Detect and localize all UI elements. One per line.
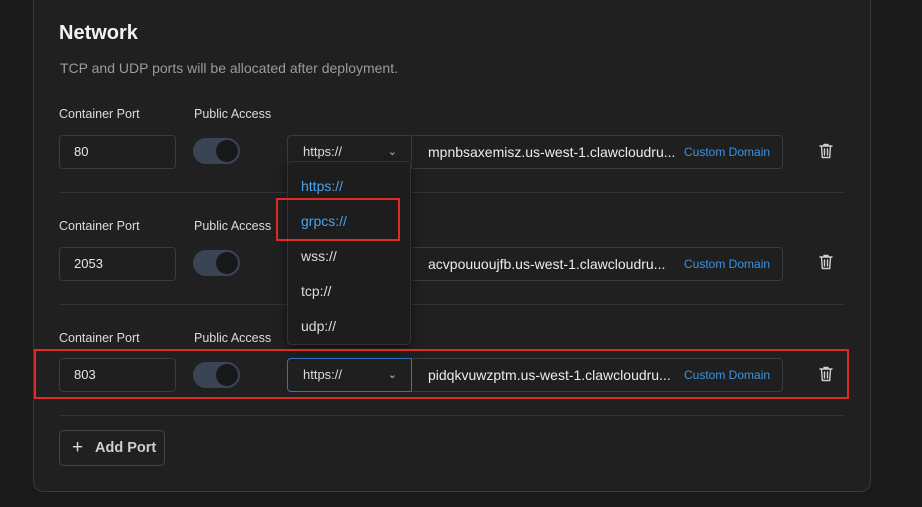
container-port-label: Container Port: [59, 331, 140, 345]
trash-icon[interactable]: [819, 143, 833, 159]
highlight-box-grpcs: [276, 198, 400, 241]
public-access-label: Public Access: [194, 219, 272, 233]
add-port-button[interactable]: + Add Port: [59, 430, 165, 466]
plus-icon: +: [72, 437, 84, 458]
container-port-input[interactable]: 2053: [59, 247, 176, 281]
container-port-label: Container Port: [59, 107, 140, 121]
section-subtitle: TCP and UDP ports will be allocated afte…: [60, 60, 398, 76]
container-port-label: Container Port: [59, 219, 140, 233]
row-divider: [59, 415, 844, 416]
row-divider: [59, 192, 844, 193]
trash-icon[interactable]: [819, 254, 833, 270]
custom-domain-link[interactable]: Custom Domain: [684, 248, 770, 280]
dropdown-option-wss[interactable]: wss://: [301, 248, 337, 264]
container-port-input[interactable]: 80: [59, 135, 176, 169]
dropdown-option-udp[interactable]: udp://: [301, 318, 336, 334]
domain-field: acvpouuoujfb.us-west-1.clawcloudru... Cu…: [413, 247, 783, 281]
domain-text: mpnbsaxemisz.us-west-1.clawcloudru...: [428, 144, 676, 160]
public-access-label: Public Access: [194, 107, 272, 121]
protocol-select-value: https://: [303, 144, 343, 159]
public-access-toggle[interactable]: [193, 250, 240, 276]
domain-field: mpnbsaxemisz.us-west-1.clawcloudru... Cu…: [413, 135, 783, 169]
toggle-knob: [216, 252, 238, 274]
domain-text: acvpouuoujfb.us-west-1.clawcloudru...: [428, 256, 666, 272]
dropdown-option-https[interactable]: https://: [301, 178, 343, 194]
public-access-toggle[interactable]: [193, 138, 240, 164]
row-divider: [59, 304, 844, 305]
highlight-box-row: [34, 349, 849, 399]
add-port-label: Add Port: [95, 440, 157, 456]
section-title: Network: [59, 22, 138, 44]
toggle-knob: [216, 140, 238, 162]
dropdown-option-tcp[interactable]: tcp://: [301, 283, 331, 299]
public-access-label: Public Access: [194, 331, 272, 345]
custom-domain-link[interactable]: Custom Domain: [684, 136, 770, 168]
protocol-dropdown-menu: https:// grpcs:// wss:// tcp:// udp://: [287, 161, 411, 345]
